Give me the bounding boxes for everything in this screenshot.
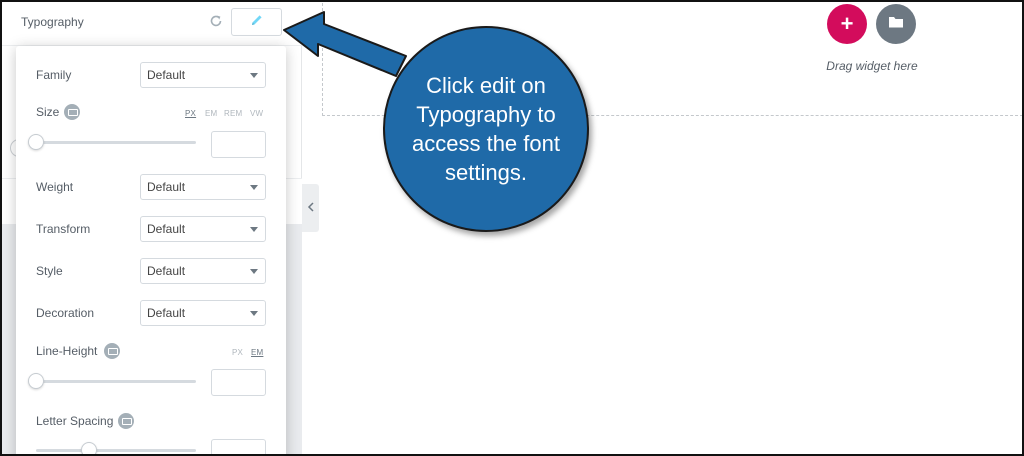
letter-spacing-slider-track[interactable] (36, 449, 196, 452)
letter-spacing-slider-knob[interactable] (81, 442, 97, 456)
callout-text: Click edit on Typography to access the f… (412, 73, 560, 185)
style-select[interactable]: Default (140, 258, 266, 284)
line-height-slider-track[interactable] (36, 380, 196, 383)
chevron-down-icon (250, 311, 258, 316)
chevron-down-icon (250, 269, 258, 274)
responsive-device-icon[interactable] (64, 104, 80, 120)
size-slider-knob[interactable] (28, 134, 44, 150)
size-slider-track[interactable] (36, 141, 196, 144)
unit-em[interactable]: EM (205, 109, 217, 118)
pencil-icon (250, 13, 264, 32)
family-label: Family (36, 68, 72, 82)
weight-select[interactable]: Default (140, 174, 266, 200)
decoration-label: Decoration (36, 306, 95, 320)
decoration-select-value: Default (147, 306, 186, 320)
style-select-value: Default (147, 264, 186, 278)
line-height-input[interactable] (211, 369, 266, 396)
drag-widget-hint: Drag widget here (826, 59, 918, 73)
callout-bubble: Click edit on Typography to access the f… (383, 26, 589, 232)
typography-control: Typography (2, 2, 302, 46)
unit-em[interactable]: EM (251, 348, 263, 357)
transform-select[interactable]: Default (140, 216, 266, 242)
size-label: Size (36, 105, 60, 119)
unit-rem[interactable]: REM (224, 109, 242, 118)
chevron-left-icon (307, 199, 315, 217)
plus-icon: + (840, 11, 854, 36)
chevron-down-icon (250, 185, 258, 190)
typography-edit-button[interactable] (231, 8, 282, 36)
transform-select-value: Default (147, 222, 186, 236)
line-height-label: Line-Height (36, 344, 98, 358)
line-height-slider-knob[interactable] (28, 373, 44, 389)
unit-px[interactable]: PX (185, 109, 196, 118)
style-label: Style (36, 264, 63, 278)
callout-arrow (283, 11, 407, 77)
unit-px[interactable]: PX (232, 348, 243, 357)
letter-spacing-label: Letter Spacing (36, 414, 114, 428)
chevron-down-icon (250, 227, 258, 232)
family-select-value: Default (147, 68, 186, 82)
chevron-down-icon (250, 73, 258, 78)
weight-select-value: Default (147, 180, 186, 194)
family-select[interactable]: Default (140, 62, 266, 88)
letter-spacing-input[interactable] (211, 439, 266, 456)
unit-vw[interactable]: VW (250, 109, 263, 118)
responsive-device-icon[interactable] (104, 343, 120, 359)
add-section-button[interactable]: + (827, 4, 867, 44)
panel-collapse-toggle[interactable] (302, 184, 319, 232)
typography-label: Typography (21, 15, 84, 29)
responsive-device-icon[interactable] (118, 413, 134, 429)
decoration-select[interactable]: Default (140, 300, 266, 326)
reset-icon[interactable] (208, 13, 224, 29)
typography-popover: Family Default Size PX EM REM VW Weight … (16, 46, 286, 456)
weight-label: Weight (36, 180, 74, 194)
add-template-button[interactable] (876, 4, 916, 44)
transform-label: Transform (36, 222, 91, 236)
folder-icon (888, 15, 904, 34)
size-input[interactable] (211, 131, 266, 158)
